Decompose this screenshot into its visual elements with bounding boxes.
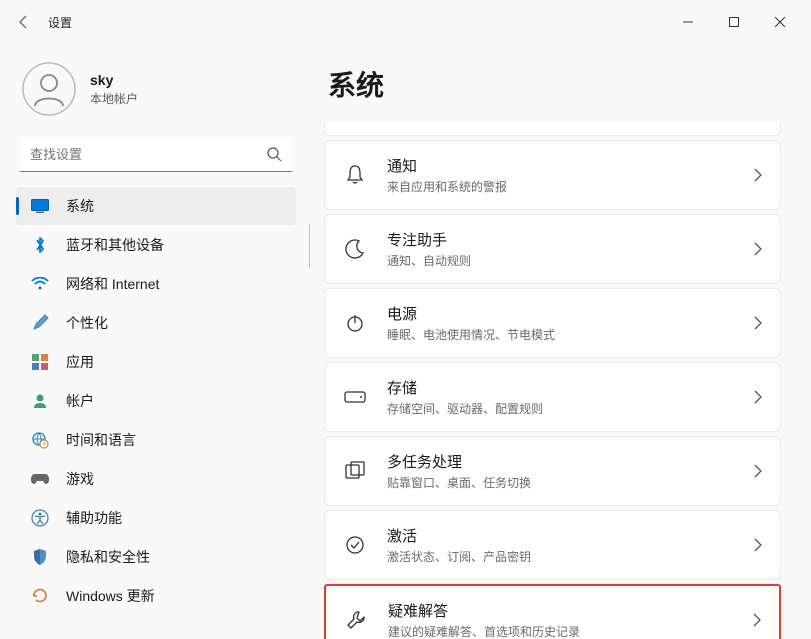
- brush-icon: [30, 313, 50, 333]
- card-sub: 存储空间、驱动器、配置规则: [387, 400, 754, 417]
- close-button[interactable]: [757, 6, 803, 38]
- check-circle-icon: [343, 533, 367, 557]
- search-wrap: [20, 138, 292, 172]
- card-sub: 激活状态、订阅、产品密钥: [387, 548, 754, 565]
- page-title: 系统: [328, 64, 781, 104]
- card-title: 电源: [387, 303, 754, 324]
- sidebar-item-gaming[interactable]: 游戏: [16, 460, 296, 498]
- arrow-left-icon: [16, 14, 32, 30]
- search-input[interactable]: [20, 138, 292, 172]
- card-notifications[interactable]: 通知 来自应用和系统的警报: [324, 140, 781, 210]
- gamepad-icon: [30, 469, 50, 489]
- sidebar-item-personalization[interactable]: 个性化: [16, 304, 296, 342]
- main: 系统 通知 来自应用和系统的警报 专注助手 通知、自动规则: [310, 44, 811, 639]
- sidebar-item-label: 帐户: [66, 391, 94, 411]
- minimize-button[interactable]: [665, 6, 711, 38]
- sidebar: sky 本地帐户 系统 蓝牙和其他设备: [0, 44, 310, 639]
- card-power[interactable]: 电源 睡眠、电池使用情况、节电模式: [324, 288, 781, 358]
- card-sub: 睡眠、电池使用情况、节电模式: [387, 326, 754, 343]
- sidebar-item-time[interactable]: 时间和语言: [16, 421, 296, 459]
- chevron-right-icon: [754, 538, 762, 552]
- app-title: 设置: [48, 14, 72, 31]
- sidebar-item-label: 隐私和安全性: [66, 547, 150, 567]
- card-sub: 通知、自动规则: [387, 252, 754, 269]
- sidebar-item-label: 时间和语言: [66, 430, 136, 450]
- sidebar-item-label: 游戏: [66, 469, 94, 489]
- moon-icon: [343, 237, 367, 261]
- card-partial[interactable]: [324, 122, 781, 136]
- sidebar-item-label: 网络和 Internet: [66, 274, 159, 294]
- card-title: 通知: [387, 155, 754, 176]
- bell-icon: [343, 163, 367, 187]
- sidebar-item-label: 系统: [66, 196, 94, 216]
- accessibility-icon: [30, 508, 50, 528]
- user-block[interactable]: sky 本地帐户: [6, 52, 306, 132]
- card-activation[interactable]: 激活 激活状态、订阅、产品密钥: [324, 510, 781, 580]
- person-icon: [22, 62, 76, 116]
- chevron-right-icon: [753, 613, 761, 627]
- storage-icon: [343, 385, 367, 409]
- chevron-right-icon: [754, 316, 762, 330]
- titlebar: 设置: [0, 0, 811, 44]
- user-name: sky: [90, 72, 138, 88]
- card-title: 激活: [387, 525, 754, 546]
- shield-icon: [30, 547, 50, 567]
- card-title: 专注助手: [387, 229, 754, 250]
- minimize-icon: [683, 17, 693, 27]
- card-focus[interactable]: 专注助手 通知、自动规则: [324, 214, 781, 284]
- user-sub: 本地帐户: [90, 90, 138, 107]
- card-multitask[interactable]: 多任务处理 贴靠窗口、桌面、任务切换: [324, 436, 781, 506]
- sidebar-item-system[interactable]: 系统: [16, 187, 296, 225]
- globe-clock-icon: [30, 430, 50, 450]
- wrench-icon: [344, 608, 368, 632]
- card-sub: 建议的疑难解答、首选项和历史记录: [388, 623, 753, 639]
- multitask-icon: [343, 459, 367, 483]
- chevron-right-icon: [754, 390, 762, 404]
- back-button[interactable]: [8, 6, 40, 38]
- sidebar-item-label: 蓝牙和其他设备: [66, 235, 164, 255]
- maximize-button[interactable]: [711, 6, 757, 38]
- search-icon: [266, 146, 282, 162]
- sidebar-item-update[interactable]: Windows 更新: [16, 577, 296, 615]
- power-icon: [343, 311, 367, 335]
- sidebar-item-accounts[interactable]: 帐户: [16, 382, 296, 420]
- window-controls: [665, 6, 803, 38]
- system-icon: [30, 196, 50, 216]
- avatar: [22, 62, 76, 116]
- card-title: 存储: [387, 377, 754, 398]
- card-sub: 来自应用和系统的警报: [387, 178, 754, 195]
- card-storage[interactable]: 存储 存储空间、驱动器、配置规则: [324, 362, 781, 432]
- chevron-right-icon: [754, 242, 762, 256]
- maximize-icon: [729, 17, 739, 27]
- apps-icon: [30, 352, 50, 372]
- sidebar-item-apps[interactable]: 应用: [16, 343, 296, 381]
- card-troubleshoot[interactable]: 疑难解答 建议的疑难解答、首选项和历史记录: [324, 584, 781, 639]
- sidebar-item-bluetooth[interactable]: 蓝牙和其他设备: [16, 226, 296, 264]
- sidebar-item-label: 辅助功能: [66, 508, 122, 528]
- sidebar-item-privacy[interactable]: 隐私和安全性: [16, 538, 296, 576]
- chevron-right-icon: [754, 168, 762, 182]
- sidebar-item-label: Windows 更新: [66, 586, 155, 606]
- card-sub: 贴靠窗口、桌面、任务切换: [387, 474, 754, 491]
- sidebar-item-accessibility[interactable]: 辅助功能: [16, 499, 296, 537]
- card-title: 多任务处理: [387, 451, 754, 472]
- close-icon: [775, 17, 785, 27]
- accounts-icon: [30, 391, 50, 411]
- sidebar-item-network[interactable]: 网络和 Internet: [16, 265, 296, 303]
- sidebar-item-label: 应用: [66, 352, 94, 372]
- chevron-right-icon: [754, 464, 762, 478]
- wifi-icon: [30, 274, 50, 294]
- card-title: 疑难解答: [388, 600, 753, 621]
- bluetooth-icon: [30, 235, 50, 255]
- update-icon: [30, 586, 50, 606]
- sidebar-item-label: 个性化: [66, 313, 108, 333]
